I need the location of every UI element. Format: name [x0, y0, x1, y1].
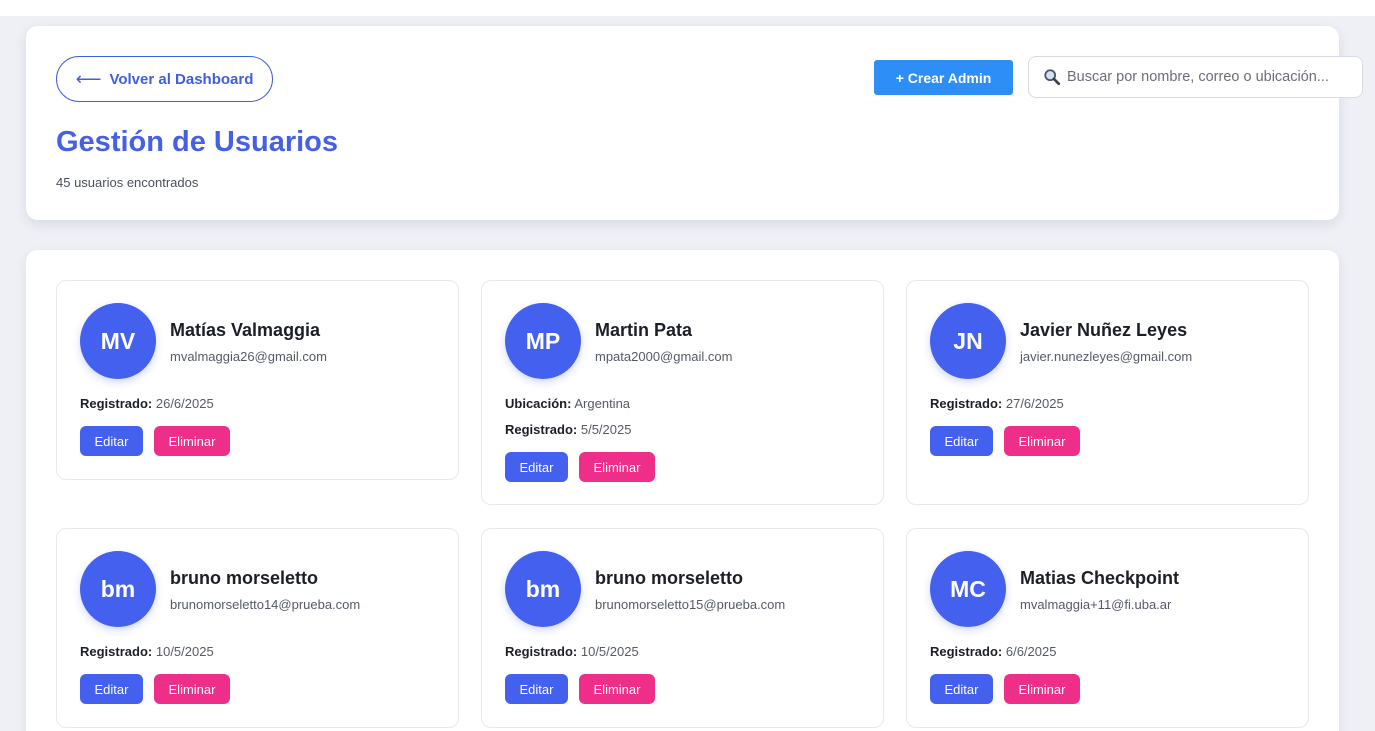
- delete-button[interactable]: Eliminar: [579, 452, 655, 482]
- arrow-left-icon: ⟵: [75, 69, 102, 89]
- edit-button[interactable]: Editar: [930, 426, 993, 456]
- avatar: JN: [930, 303, 1006, 379]
- location-row: Ubicación: Argentina: [505, 396, 630, 411]
- registered-row: Registrado: 10/5/2025: [80, 644, 214, 659]
- users-list-card: MV Matías Valmaggia mvalmaggia26@gmail.c…: [26, 250, 1339, 731]
- delete-button[interactable]: Eliminar: [1004, 426, 1080, 456]
- edit-button[interactable]: Editar: [930, 674, 993, 704]
- card-actions: Editar Eliminar: [80, 426, 230, 456]
- registered-label: Registrado:: [80, 644, 153, 659]
- registered-label: Registrado:: [505, 422, 578, 437]
- registered-date: 26/6/2025: [155, 396, 214, 411]
- search-input[interactable]: [1067, 69, 1357, 85]
- registered-date: 5/5/2025: [580, 422, 632, 437]
- card-actions: Editar Eliminar: [930, 426, 1080, 456]
- user-email: mvalmaggia+11@fi.uba.ar: [1020, 597, 1172, 612]
- avatar: bm: [80, 551, 156, 627]
- user-name: Javier Nuñez Leyes: [1020, 320, 1188, 340]
- user-name: bruno morseletto: [595, 568, 744, 588]
- user-card: bm bruno morseletto brunomorseletto14@pr…: [56, 528, 459, 728]
- registered-label: Registrado:: [930, 396, 1003, 411]
- create-admin-button[interactable]: + Crear Admin: [874, 60, 1013, 95]
- registered-label: Registrado:: [930, 644, 1003, 659]
- card-actions: Editar Eliminar: [505, 674, 655, 704]
- registered-row: Registrado: 10/5/2025: [505, 644, 639, 659]
- edit-button[interactable]: Editar: [80, 426, 143, 456]
- registered-date: 10/5/2025: [580, 644, 639, 659]
- registered-label: Registrado:: [505, 644, 578, 659]
- delete-button[interactable]: Eliminar: [1004, 674, 1080, 704]
- user-email: brunomorseletto14@prueba.com: [170, 597, 361, 612]
- user-name: Matias Checkpoint: [1020, 568, 1180, 588]
- edit-button[interactable]: Editar: [505, 674, 568, 704]
- registered-label: Registrado:: [80, 396, 153, 411]
- delete-button[interactable]: Eliminar: [579, 674, 655, 704]
- user-email: brunomorseletto15@prueba.com: [595, 597, 786, 612]
- back-to-dashboard-button[interactable]: ⟵ Volver al Dashboard: [56, 56, 273, 102]
- card-actions: Editar Eliminar: [505, 452, 655, 482]
- card-actions: Editar Eliminar: [80, 674, 230, 704]
- top-strip: [0, 0, 1375, 16]
- user-email: javier.nunezleyes@gmail.com: [1020, 349, 1193, 364]
- user-email: mpata2000@gmail.com: [595, 349, 733, 364]
- user-card: JN Javier Nuñez Leyes javier.nunezleyes@…: [906, 280, 1309, 505]
- user-count: 45 usuarios encontrados: [56, 175, 199, 190]
- delete-button[interactable]: Eliminar: [154, 674, 230, 704]
- user-card: MP Martin Pata mpata2000@gmail.com Ubica…: [481, 280, 884, 505]
- user-name: Martin Pata: [595, 320, 693, 340]
- user-name: bruno morseletto: [170, 568, 319, 588]
- location-label: Ubicación:: [505, 396, 572, 411]
- user-card: bm bruno morseletto brunomorseletto15@pr…: [481, 528, 884, 728]
- registered-row: Registrado: 5/5/2025: [505, 422, 631, 437]
- users-grid: MV Matías Valmaggia mvalmaggia26@gmail.c…: [56, 280, 1309, 728]
- avatar: MC: [930, 551, 1006, 627]
- location-value: Argentina: [574, 396, 631, 411]
- card-actions: Editar Eliminar: [930, 674, 1080, 704]
- user-card: MV Matías Valmaggia mvalmaggia26@gmail.c…: [56, 280, 459, 480]
- avatar: bm: [505, 551, 581, 627]
- edit-button[interactable]: Editar: [505, 452, 568, 482]
- delete-button[interactable]: Eliminar: [154, 426, 230, 456]
- avatar: MV: [80, 303, 156, 379]
- back-button-label: Volver al Dashboard: [109, 70, 254, 88]
- registered-row: Registrado: 6/6/2025: [930, 644, 1056, 659]
- user-card: MC Matias Checkpoint mvalmaggia+11@fi.ub…: [906, 528, 1309, 728]
- registered-date: 6/6/2025: [1005, 644, 1057, 659]
- avatar: MP: [505, 303, 581, 379]
- search-icon: [1044, 69, 1061, 86]
- header-card: ⟵ Volver al Dashboard Gestión de Usuario…: [26, 26, 1363, 220]
- user-email: mvalmaggia26@gmail.com: [170, 349, 327, 364]
- registered-row: Registrado: 27/6/2025: [930, 396, 1064, 411]
- search-box[interactable]: [1028, 56, 1363, 98]
- registered-date: 27/6/2025: [1005, 396, 1064, 411]
- page-title: Gestión de Usuarios: [56, 126, 339, 158]
- registered-date: 10/5/2025: [155, 644, 214, 659]
- edit-button[interactable]: Editar: [80, 674, 143, 704]
- user-name: Matías Valmaggia: [170, 320, 321, 340]
- registered-row: Registrado: 26/6/2025: [80, 396, 214, 411]
